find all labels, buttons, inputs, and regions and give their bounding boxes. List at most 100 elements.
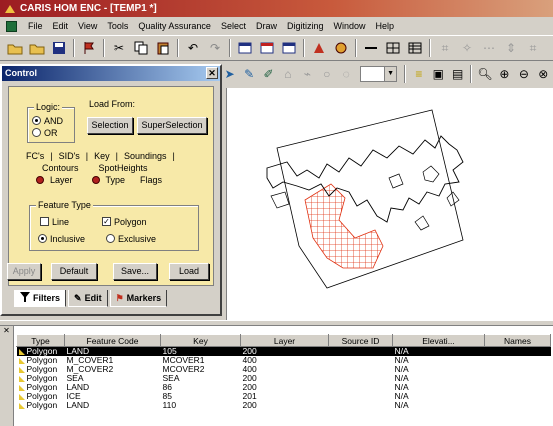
window-tile-icon[interactable] bbox=[234, 38, 256, 58]
column-header-type[interactable]: Type bbox=[16, 334, 65, 347]
column-header-feature-code[interactable]: Feature Code bbox=[64, 334, 161, 347]
disabled-tool-icon[interactable]: ⌂ bbox=[278, 64, 297, 84]
menu-draw[interactable]: Draw bbox=[251, 21, 282, 31]
frame-icon[interactable]: ▣ bbox=[429, 64, 448, 84]
menu-quality-assurance[interactable]: Quality Assurance bbox=[133, 21, 216, 31]
feature-type-group: Feature Type Line ✓ Polygon Inclusive Ex… bbox=[29, 200, 199, 251]
table-row[interactable]: Polygon LAND 110 200 N/A bbox=[17, 401, 551, 410]
pencil-icon[interactable]: ✎ bbox=[239, 64, 258, 84]
tab-filters[interactable]: Filters bbox=[14, 290, 67, 307]
disabled-tool-icon[interactable]: ⋯ bbox=[478, 38, 500, 58]
column-header-source-id[interactable]: Source ID bbox=[328, 334, 393, 347]
map-view[interactable] bbox=[226, 88, 553, 320]
palette-icon[interactable] bbox=[308, 38, 330, 58]
redo-icon[interactable]: ↷ bbox=[204, 38, 226, 58]
line-checkbox[interactable]: Line bbox=[40, 216, 69, 227]
copy-icon[interactable] bbox=[130, 38, 152, 58]
column-header-key[interactable]: Key bbox=[160, 334, 241, 347]
zoom-out-icon[interactable]: ⊖ bbox=[514, 64, 533, 84]
table-cell bbox=[329, 383, 393, 392]
control-title-bar[interactable]: Control ✕ bbox=[2, 66, 220, 81]
island bbox=[270, 191, 290, 209]
column-header-layer[interactable]: Layer bbox=[240, 334, 329, 347]
pointer-icon[interactable]: ➤ bbox=[220, 64, 239, 84]
edit-feature-icon[interactable]: ✐ bbox=[259, 64, 278, 84]
document-icon[interactable] bbox=[6, 20, 17, 32]
table-side-handle[interactable]: ✕ bbox=[0, 326, 14, 426]
save-button[interactable]: Save... bbox=[113, 263, 157, 280]
disabled-circle-icon[interactable]: ◌ bbox=[336, 64, 355, 84]
tab-fcs[interactable]: FC's bbox=[23, 151, 47, 161]
close-icon[interactable]: ✕ bbox=[3, 326, 10, 335]
window-list-icon[interactable] bbox=[256, 38, 278, 58]
tab-markers[interactable]: ⚑ Markers bbox=[109, 290, 168, 307]
window-cascade-icon[interactable] bbox=[278, 38, 300, 58]
zoom-in-icon[interactable]: ⊕ bbox=[495, 64, 514, 84]
tab-spotheights[interactable]: SpotHeights bbox=[96, 163, 151, 173]
disabled-tool-icon[interactable]: ⌗ bbox=[522, 38, 544, 58]
table-row[interactable]: Polygon ICE 85 201 N/A bbox=[17, 392, 551, 401]
table-icon[interactable] bbox=[404, 38, 426, 58]
hatched-polygon[interactable] bbox=[304, 183, 384, 269]
polygon-checkbox[interactable]: ✓ Polygon bbox=[102, 216, 147, 227]
select-area-icon[interactable]: ▤ bbox=[448, 64, 467, 84]
selection-button[interactable]: Selection bbox=[87, 117, 133, 134]
open-icon[interactable] bbox=[26, 38, 48, 58]
zoom-icon[interactable]: 🔍︎ bbox=[475, 64, 494, 84]
disabled-circle-icon[interactable]: ○ bbox=[317, 64, 336, 84]
disabled-tool-icon[interactable]: ⌁ bbox=[298, 64, 317, 84]
column-header-names[interactable]: Names bbox=[484, 334, 551, 347]
align-icon[interactable]: ≡ bbox=[409, 64, 428, 84]
load-from-label: Load From: bbox=[89, 99, 136, 109]
tool-dropdown[interactable]: ▼ bbox=[359, 66, 398, 82]
disabled-tool-icon[interactable]: ⇕ bbox=[500, 38, 522, 58]
table-row[interactable]: Polygon M_COVER2 MCOVER2 400 N/A bbox=[17, 365, 551, 374]
exclusive-radio[interactable]: Exclusive bbox=[106, 233, 156, 244]
open-folder-icon[interactable] bbox=[4, 38, 26, 58]
control-panel: Control ✕ Logic: AND OR Load From: Selec… bbox=[0, 64, 222, 316]
save-icon[interactable] bbox=[48, 38, 70, 58]
superselection-button[interactable]: SuperSelection bbox=[137, 117, 207, 134]
table-row[interactable]: Polygon LAND 86 200 N/A bbox=[17, 383, 551, 392]
table-row[interactable]: Polygon SEA SEA 200 N/A bbox=[17, 374, 551, 383]
table-cell bbox=[329, 365, 393, 374]
menu-window[interactable]: Window bbox=[329, 21, 371, 31]
layer-icon[interactable] bbox=[330, 38, 352, 58]
disabled-tool-icon[interactable]: ✧ bbox=[456, 38, 478, 58]
cut-icon[interactable]: ✂ bbox=[108, 38, 130, 58]
tab-layer[interactable]: Layer bbox=[33, 175, 79, 185]
column-header-elevation[interactable]: Elevati... bbox=[392, 334, 485, 347]
table-cell bbox=[329, 392, 393, 401]
zoom-extent-icon[interactable]: ⊗ bbox=[534, 64, 553, 84]
grid-icon[interactable] bbox=[382, 38, 404, 58]
disabled-tool-icon[interactable]: ⌗ bbox=[434, 38, 456, 58]
toolbar-separator bbox=[177, 39, 179, 57]
tab-edit[interactable]: ✎ Edit bbox=[68, 290, 108, 307]
tab-contours[interactable]: Contours bbox=[39, 163, 82, 173]
tab-type[interactable]: Type bbox=[89, 175, 132, 185]
line-tool-icon[interactable] bbox=[360, 38, 382, 58]
tab-soundings[interactable]: Soundings bbox=[121, 151, 170, 161]
menu-select[interactable]: Select bbox=[216, 21, 251, 31]
close-icon[interactable]: ✕ bbox=[206, 67, 218, 79]
tab-flags[interactable]: Flags bbox=[137, 175, 165, 185]
tab-key[interactable]: Key bbox=[91, 151, 113, 161]
menu-help[interactable]: Help bbox=[371, 21, 400, 31]
toolbar-separator bbox=[303, 39, 305, 57]
menu-edit[interactable]: Edit bbox=[48, 21, 74, 31]
default-button[interactable]: Default bbox=[51, 263, 97, 280]
paste-icon[interactable] bbox=[152, 38, 174, 58]
load-button[interactable]: Load bbox=[169, 263, 209, 280]
menu-view[interactable]: View bbox=[73, 21, 102, 31]
menu-digitizing[interactable]: Digitizing bbox=[282, 21, 329, 31]
logic-or-radio[interactable]: OR bbox=[32, 127, 74, 138]
menu-file[interactable]: File bbox=[23, 21, 48, 31]
tab-sids[interactable]: SID's bbox=[56, 151, 83, 161]
logic-and-radio[interactable]: AND bbox=[32, 115, 74, 126]
apply-button[interactable]: Apply bbox=[7, 263, 41, 280]
flag-icon[interactable] bbox=[78, 38, 100, 58]
inclusive-radio[interactable]: Inclusive bbox=[38, 233, 85, 244]
undo-icon[interactable]: ↶ bbox=[182, 38, 204, 58]
checkbox-empty-icon bbox=[40, 217, 49, 226]
menu-tools[interactable]: Tools bbox=[102, 21, 133, 31]
